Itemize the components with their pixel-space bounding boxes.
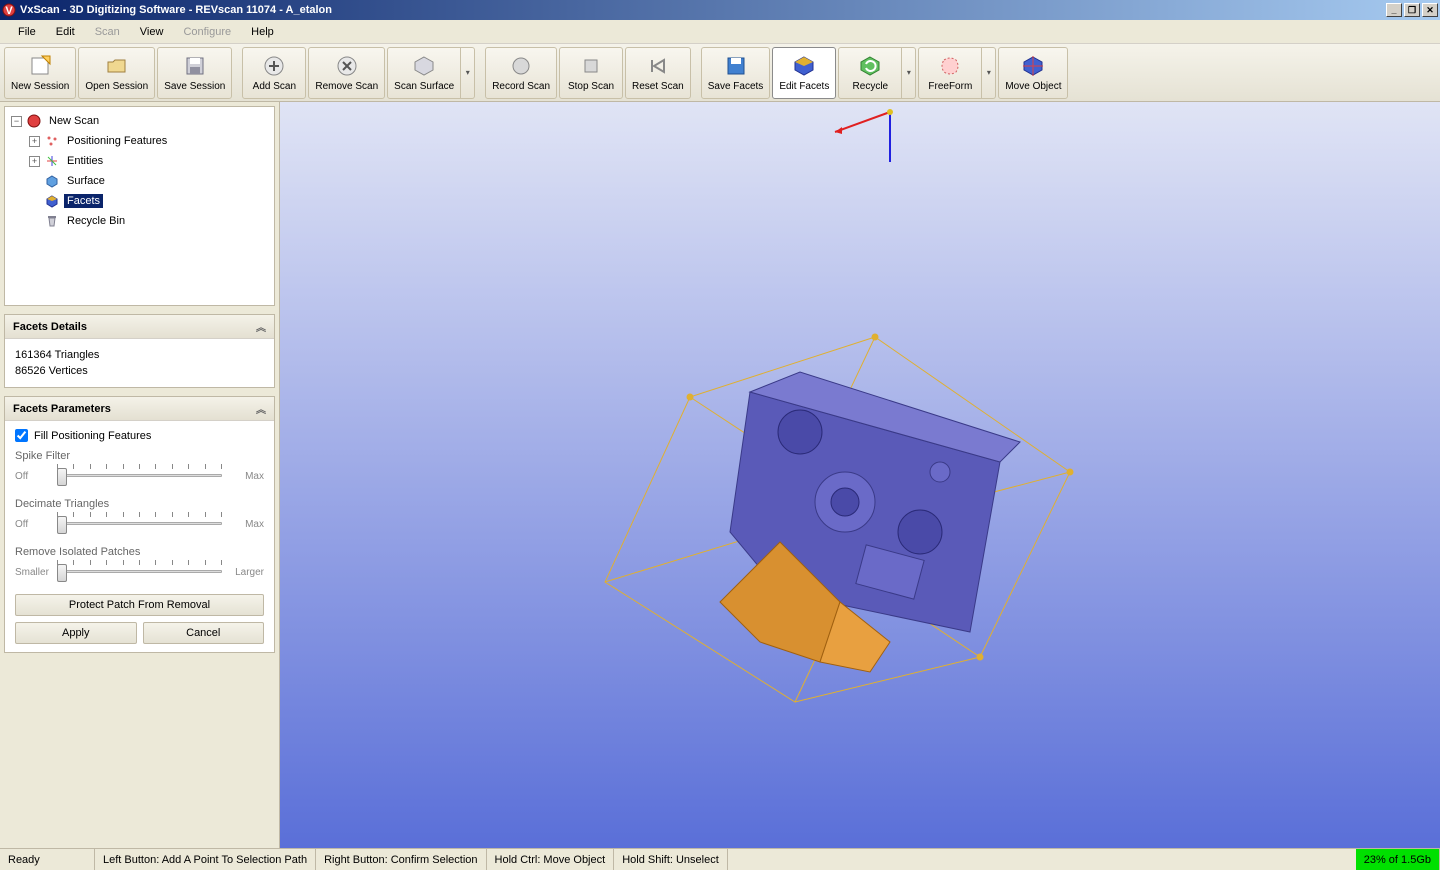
window-title: VxScan - 3D Digitizing Software - REVsca… (20, 4, 1386, 16)
svg-text:V: V (5, 5, 13, 17)
scan-surface-button[interactable]: Scan Surface (387, 47, 461, 99)
edit-facets-button[interactable]: Edit Facets (772, 47, 836, 99)
status-left-button: Left Button: Add A Point To Selection Pa… (95, 849, 316, 870)
collapse-icon: ︽ (256, 319, 266, 334)
menu-bar: File Edit Scan View Configure Help (0, 20, 1440, 44)
maximize-button[interactable]: ❐ (1404, 3, 1420, 17)
expander-icon[interactable]: + (29, 136, 40, 147)
reset-scan-icon (645, 53, 671, 79)
entities-icon (44, 153, 60, 169)
freeform-dropdown[interactable]: ▾ (982, 47, 996, 99)
expander-icon[interactable]: − (11, 116, 22, 127)
minimize-button[interactable]: _ (1386, 3, 1402, 17)
reset-scan-button[interactable]: Reset Scan (625, 47, 691, 99)
apply-button[interactable]: Apply (15, 622, 137, 644)
tree-node-positioning[interactable]: + Positioning Features (9, 131, 270, 151)
tree-node-recycle-bin[interactable]: Recycle Bin (9, 211, 270, 231)
save-session-icon (182, 53, 208, 79)
record-scan-button[interactable]: Record Scan (485, 47, 557, 99)
decimate-label: Decimate Triangles (15, 498, 264, 510)
tree-node-surface[interactable]: Surface (9, 171, 270, 191)
app-icon: V (2, 3, 16, 17)
new-session-icon (27, 53, 53, 79)
scanned-object (720, 372, 1020, 672)
facets-parameters-panel: Facets Parameters ︽ Fill Positioning Fea… (4, 396, 275, 653)
status-right-button: Right Button: Confirm Selection (316, 849, 486, 870)
menu-scan[interactable]: Scan (85, 24, 130, 40)
recycle-dropdown[interactable]: ▾ (902, 47, 916, 99)
fill-positioning-checkbox[interactable] (15, 429, 28, 442)
recycle-bin-icon (44, 213, 60, 229)
status-ready: Ready (0, 849, 95, 870)
spike-filter-label: Spike Filter (15, 450, 264, 462)
facets-parameters-header[interactable]: Facets Parameters ︽ (5, 397, 274, 421)
menu-edit[interactable]: Edit (46, 24, 85, 40)
save-facets-icon (723, 53, 749, 79)
status-memory: 23% of 1.5Gb (1356, 849, 1440, 870)
status-bar: Ready Left Button: Add A Point To Select… (0, 848, 1440, 870)
slider-thumb[interactable] (57, 564, 67, 582)
move-object-button[interactable]: Move Object (998, 47, 1068, 99)
freeform-button[interactable]: FreeForm (918, 47, 982, 99)
freeform-icon (937, 53, 963, 79)
tree-node-facets[interactable]: Facets (9, 191, 270, 211)
stop-scan-icon (578, 53, 604, 79)
remove-scan-icon (334, 53, 360, 79)
remove-isolated-slider[interactable] (57, 560, 222, 584)
spike-filter-slider[interactable] (57, 464, 222, 488)
menu-file[interactable]: File (8, 24, 46, 40)
scan-surface-dropdown[interactable]: ▾ (461, 47, 475, 99)
remove-scan-button[interactable]: Remove Scan (308, 47, 385, 99)
open-session-button[interactable]: Open Session (78, 47, 155, 99)
toolbar: New Session Open Session Save Session Ad… (0, 44, 1440, 102)
save-session-button[interactable]: Save Session (157, 47, 232, 99)
fill-positioning-label: Fill Positioning Features (34, 430, 151, 442)
surface-icon (44, 173, 60, 189)
protect-patch-button[interactable]: Protect Patch From Removal (15, 594, 264, 616)
move-object-icon (1020, 53, 1046, 79)
expander-icon[interactable]: + (29, 156, 40, 167)
facets-icon (44, 193, 60, 209)
open-session-icon (104, 53, 130, 79)
collapse-icon: ︽ (256, 401, 266, 416)
tree-node-entities[interactable]: + Entities (9, 151, 270, 171)
scan-icon (26, 113, 42, 129)
stop-scan-button[interactable]: Stop Scan (559, 47, 623, 99)
vertices-count: 86526 Vertices (15, 363, 264, 379)
add-scan-button[interactable]: Add Scan (242, 47, 306, 99)
save-facets-button[interactable]: Save Facets (701, 47, 771, 99)
scan-surface-icon (411, 53, 437, 79)
slider-thumb[interactable] (57, 516, 67, 534)
triangles-count: 161364 Triangles (15, 347, 264, 363)
remove-isolated-label: Remove Isolated Patches (15, 546, 264, 558)
title-bar: V VxScan - 3D Digitizing Software - REVs… (0, 0, 1440, 20)
viewport-scene (280, 102, 1440, 848)
tree-node-new-scan[interactable]: − New Scan (9, 111, 270, 131)
recycle-icon (857, 53, 883, 79)
add-scan-icon (261, 53, 287, 79)
facets-details-header[interactable]: Facets Details ︽ (5, 315, 274, 339)
cancel-button[interactable]: Cancel (143, 622, 265, 644)
record-scan-icon (508, 53, 534, 79)
axis-gizmo (835, 109, 893, 162)
status-hold-shift: Hold Shift: Unselect (614, 849, 728, 870)
menu-configure[interactable]: Configure (173, 24, 241, 40)
menu-help[interactable]: Help (241, 24, 284, 40)
facets-details-panel: Facets Details ︽ 161364 Triangles 86526 … (4, 314, 275, 388)
decimate-slider[interactable] (57, 512, 222, 536)
positioning-icon (44, 133, 60, 149)
status-hold-ctrl: Hold Ctrl: Move Object (487, 849, 615, 870)
new-session-button[interactable]: New Session (4, 47, 76, 99)
close-button[interactable]: ✕ (1422, 3, 1438, 17)
left-panel: − New Scan + Positioning Features + Enti… (0, 102, 280, 848)
tree-panel: − New Scan + Positioning Features + Enti… (4, 106, 275, 306)
viewport-3d[interactable] (280, 102, 1440, 848)
slider-thumb[interactable] (57, 468, 67, 486)
edit-facets-icon (791, 53, 817, 79)
recycle-button[interactable]: Recycle (838, 47, 902, 99)
menu-view[interactable]: View (130, 24, 174, 40)
main-area: − New Scan + Positioning Features + Enti… (0, 102, 1440, 848)
